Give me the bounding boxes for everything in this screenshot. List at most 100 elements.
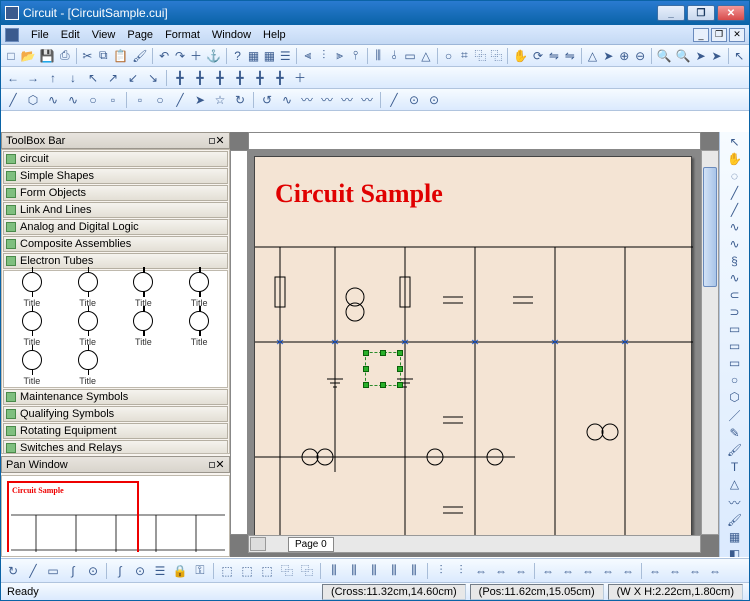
dist1-button[interactable]: ⇔ bbox=[472, 562, 490, 580]
flip-h-button[interactable]: ⇋ bbox=[547, 47, 561, 65]
path2-button[interactable]: ∫ bbox=[111, 562, 129, 580]
help-button[interactable]: ? bbox=[231, 47, 245, 65]
poly-button[interactable]: ⬡ bbox=[24, 91, 42, 109]
open-button[interactable]: 📂 bbox=[20, 47, 37, 65]
toolbox-category[interactable]: Switches and Relays bbox=[3, 440, 228, 454]
menu-file[interactable]: File bbox=[25, 27, 55, 43]
hand-button[interactable]: ✋ bbox=[512, 47, 529, 65]
pan-window[interactable]: Circuit Sample bbox=[1, 475, 230, 557]
pencil-button[interactable]: ✎ bbox=[725, 425, 745, 441]
align-l-button[interactable]: ⫷ bbox=[301, 47, 315, 65]
same-h-button[interactable]: ⇔ bbox=[666, 562, 684, 580]
ellipse-button[interactable]: ○ bbox=[84, 91, 102, 109]
panwindow-header[interactable]: Pan Window ✕ bbox=[1, 456, 230, 473]
minimize-button[interactable]: _ bbox=[657, 5, 685, 21]
distribute-button[interactable]: △ bbox=[586, 47, 600, 65]
wave1-button[interactable]: 〰 bbox=[318, 91, 336, 109]
conn-x-button[interactable]: ╋ bbox=[251, 69, 269, 87]
arr-ru-button[interactable]: ↗ bbox=[104, 69, 122, 87]
align1-button[interactable]: ⫼ bbox=[325, 562, 343, 580]
curve2-button[interactable]: ∿ bbox=[725, 270, 745, 286]
resize-handle-s[interactable] bbox=[380, 382, 386, 388]
copy-button[interactable]: ⧉ bbox=[96, 47, 110, 65]
save-button[interactable]: 💾 bbox=[39, 47, 56, 65]
toolbox-category[interactable]: Form Objects bbox=[3, 185, 228, 201]
wave2-button[interactable]: 〰 bbox=[338, 91, 356, 109]
sel-all-button[interactable]: ⬚ bbox=[218, 562, 236, 580]
line-button[interactable]: ╱ bbox=[4, 91, 22, 109]
grid3d-button[interactable]: ▦ bbox=[725, 529, 745, 545]
electron-tube-shape[interactable]: Title bbox=[4, 271, 60, 310]
zoom-in-button[interactable]: ⊕ bbox=[617, 47, 631, 65]
ungrp-button[interactable]: ⿻ bbox=[298, 562, 316, 580]
sine-button[interactable]: 〰 bbox=[725, 493, 745, 511]
node2-button[interactable]: ⊙ bbox=[131, 562, 149, 580]
arc-cw-button[interactable]: ∿ bbox=[725, 219, 745, 235]
new-button[interactable]: □ bbox=[4, 47, 18, 65]
toolbox-category[interactable]: Maintenance Symbols bbox=[3, 389, 228, 405]
curve-button[interactable]: ∿ bbox=[44, 91, 62, 109]
arr-u-button[interactable]: ↑ bbox=[44, 69, 62, 87]
spiral-button[interactable]: § bbox=[725, 253, 745, 269]
sel-clear-button[interactable]: ⬚ bbox=[258, 562, 276, 580]
electron-tube-shape[interactable] bbox=[116, 348, 172, 387]
ring-button[interactable]: ○ bbox=[151, 91, 169, 109]
arc-ccw-button[interactable]: ∿ bbox=[725, 236, 745, 252]
resize-handle-ne[interactable] bbox=[397, 350, 403, 356]
electron-tube-shape[interactable]: Title bbox=[116, 310, 172, 349]
print-button[interactable]: ⎙ bbox=[58, 47, 72, 65]
electron-tube-shape[interactable]: Title bbox=[116, 271, 172, 310]
sel-inv-button[interactable]: ⬚ bbox=[238, 562, 256, 580]
horizontal-scrollbar[interactable]: Page 0 bbox=[248, 535, 701, 553]
pointer-button[interactable]: ↖ bbox=[732, 47, 746, 65]
conn-u-button[interactable]: ╋ bbox=[211, 69, 229, 87]
menu-format[interactable]: Format bbox=[159, 27, 206, 43]
zoom-fit-button[interactable]: 🔍 bbox=[656, 47, 673, 65]
rrect-button[interactable]: ▭ bbox=[725, 355, 745, 371]
eq-w-button[interactable]: ⇔ bbox=[559, 562, 577, 580]
polygon-button[interactable]: ⬡ bbox=[725, 389, 745, 405]
pointer-button[interactable]: ↖ bbox=[725, 134, 745, 150]
vertical-scrollbar[interactable] bbox=[701, 150, 719, 535]
grid2-button[interactable]: ▦ bbox=[262, 47, 276, 65]
dist2-button[interactable]: ⇔ bbox=[492, 562, 510, 580]
node-button[interactable]: ⊙ bbox=[84, 562, 102, 580]
undo-button[interactable]: ↶ bbox=[157, 47, 171, 65]
drawing-page[interactable]: Circuit Sample bbox=[254, 156, 692, 535]
pan-viewport-rect[interactable] bbox=[8, 482, 138, 552]
key-button[interactable]: ⚿ bbox=[191, 562, 209, 580]
fit2-button[interactable]: ⇔ bbox=[619, 562, 637, 580]
toolbox-category[interactable]: Analog and Digital Logic bbox=[3, 219, 228, 235]
spray-button[interactable]: 🖌 bbox=[725, 512, 745, 528]
star-button[interactable]: ☆ bbox=[211, 91, 229, 109]
wand-button[interactable]: ➤ bbox=[694, 47, 708, 65]
circ-button[interactable]: ○ bbox=[442, 47, 456, 65]
electron-tube-shape[interactable]: Title bbox=[4, 348, 60, 387]
resize-handle-sw[interactable] bbox=[363, 382, 369, 388]
mdi-minimize-button[interactable]: _ bbox=[693, 28, 709, 42]
menu-help[interactable]: Help bbox=[257, 27, 292, 43]
dist4-button[interactable]: ⇔ bbox=[539, 562, 557, 580]
rotate-button[interactable]: ⟳ bbox=[531, 47, 545, 65]
plus-button[interactable]: ＋ bbox=[189, 47, 203, 65]
menu-window[interactable]: Window bbox=[206, 27, 257, 43]
wave3-button[interactable]: 〰 bbox=[358, 91, 376, 109]
resize-handle-nw[interactable] bbox=[363, 350, 369, 356]
space2-button[interactable]: ⇔ bbox=[706, 562, 724, 580]
horizontal-ruler[interactable] bbox=[248, 132, 701, 150]
electron-tube-shape[interactable]: Title bbox=[60, 310, 116, 349]
bend-button[interactable]: ∿ bbox=[278, 91, 296, 109]
spline-button[interactable]: ╱ bbox=[171, 91, 189, 109]
conn-d-button[interactable]: ╋ bbox=[231, 69, 249, 87]
probe-button[interactable]: ➤ bbox=[710, 47, 724, 65]
line-button[interactable]: ╱ bbox=[725, 185, 745, 201]
align-r-button[interactable]: ⫸ bbox=[333, 47, 347, 65]
conn-t-button[interactable]: ╋ bbox=[271, 69, 289, 87]
resize-handle-n[interactable] bbox=[380, 350, 386, 356]
conn-plus-button[interactable]: ＋ bbox=[291, 69, 309, 87]
lock-button[interactable]: 🔒 bbox=[171, 562, 189, 580]
arr-lu-button[interactable]: ↖ bbox=[84, 69, 102, 87]
arr-r-button[interactable]: → bbox=[24, 69, 42, 87]
electron-tube-shape[interactable]: Title bbox=[171, 271, 227, 310]
align2-button[interactable]: ⫼ bbox=[345, 562, 363, 580]
